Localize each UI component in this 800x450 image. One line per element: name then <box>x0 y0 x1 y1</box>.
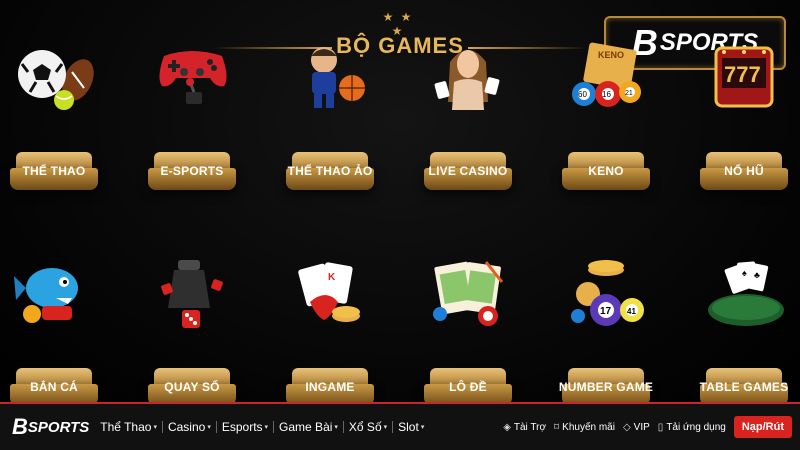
tile-label: LIVE CASINO <box>428 164 508 178</box>
ball-number: 21 <box>625 90 633 97</box>
menu-label: Game Bài <box>279 420 333 434</box>
game-tile-lo-de[interactable]: LÔ ĐỀ <box>422 258 532 402</box>
fish-shooter-icon <box>14 268 78 323</box>
deposit-withdraw-button[interactable]: Nạp/Rút <box>733 416 792 438</box>
ball-number: 41 <box>627 307 636 316</box>
game-tile-the-thao[interactable]: THỂ THAO <box>8 42 118 192</box>
util-label: VIP <box>633 421 650 433</box>
svg-text:777: 777 <box>724 62 761 87</box>
tile-label: QUAY SỐ <box>164 380 220 394</box>
link-tai-tro[interactable]: ◈ Tài Trợ <box>503 422 546 433</box>
menu-esports[interactable]: Esports ▾ <box>217 420 273 434</box>
chevron-down-icon: ▾ <box>207 424 211 431</box>
soccer-ball-icon <box>18 50 94 110</box>
menu-xo-so[interactable]: Xổ Số ▾ <box>344 420 392 434</box>
link-khuyen-mai[interactable]: ⌑ Khuyến mãi <box>554 422 615 433</box>
tile-label: LÔ ĐỀ <box>449 380 487 394</box>
game-tile-live-casino[interactable]: LIVE CASINO <box>422 42 532 192</box>
util-label: Tải ứng dụng <box>666 421 726 433</box>
game-tile-no-hu[interactable]: 777 NỔ HŨ <box>698 42 800 192</box>
game-tile-keno[interactable]: KENO 60 16 21 KENO <box>560 42 670 192</box>
menu-the-thao[interactable]: Thể Thao ▾ <box>95 420 162 434</box>
util-label: Khuyến mãi <box>562 421 615 433</box>
cards-chips-icon: K <box>298 262 360 322</box>
game-tile-ingame[interactable]: K INGAME <box>284 258 394 402</box>
virtual-sports-icon <box>311 47 365 108</box>
ball-number: 17 <box>600 306 612 317</box>
nav-logo-mark: B <box>12 414 28 439</box>
sponsor-icon: ◈ <box>503 421 511 433</box>
chevron-down-icon: ▾ <box>420 424 425 431</box>
nav-utilities: ◈ Tài Trợ ⌑ Khuyến mãi ◇ VIP ▯ Tải ứng d… <box>503 416 792 438</box>
menu-casino[interactable]: Casino ▾ <box>163 420 216 434</box>
chevron-down-icon: ▾ <box>153 424 157 431</box>
lottery-ticket-icon <box>433 261 504 326</box>
menu-label: Slot <box>398 420 419 434</box>
nav-logo-text: SPORTS <box>27 418 90 436</box>
tile-label: NUMBER GAME <box>558 380 654 394</box>
game-tile-e-sports[interactable]: E-SPORTS <box>146 42 256 192</box>
main-menu: Thể Thao ▾ Casino ▾ Esports ▾ Game Bài ▾… <box>95 420 429 434</box>
nav-logo[interactable]: B SPORTS <box>12 414 89 440</box>
promo-tag-icon: ⌑ <box>554 421 560 433</box>
menu-label: Esports <box>221 420 263 434</box>
diamond-icon: ◇ <box>622 421 631 433</box>
svg-text:♠: ♠ <box>742 268 747 278</box>
games-panel: ★ ★ ★ BỘ GAMES B SPORTS THỂ THAO E-SPORT… <box>0 0 800 402</box>
live-dealer-icon <box>434 50 500 110</box>
tile-label: BẮN CÁ <box>30 380 78 394</box>
tile-label: NỔ HŨ <box>724 164 764 178</box>
link-tai-ung-dung[interactable]: ▯ Tải ứng dụng <box>658 422 726 433</box>
keno-balls-icon: KENO 60 16 21 <box>572 42 641 107</box>
card-table-icon: ♠ ♣ <box>708 261 784 326</box>
game-tile-number-game[interactable]: 17 41 NUMBER GAME <box>559 258 670 402</box>
number-balls-icon: 17 41 <box>571 260 644 326</box>
game-tile-the-thao-ao[interactable]: THỂ THAO ẢO <box>284 42 394 192</box>
keno-card-label: KENO <box>598 50 624 60</box>
menu-game-bai[interactable]: Game Bài ▾ <box>274 420 343 434</box>
ball-number: 60 <box>578 90 587 99</box>
link-vip[interactable]: ◇ VIP <box>623 422 650 433</box>
menu-label: Thể Thao <box>100 420 152 434</box>
svg-text:K: K <box>328 272 336 283</box>
tile-label: THỂ THAO <box>22 164 86 178</box>
bottom-navbar: B SPORTS Thể Thao ▾ Casino ▾ Esports ▾ G… <box>0 402 800 450</box>
slot-machine-icon: 777 <box>714 46 774 108</box>
gamepad-icon <box>159 51 227 104</box>
section-header: BỘ GAMES <box>200 33 600 63</box>
tile-label: THỂ THAO ẢO <box>287 164 373 178</box>
ball-number: 16 <box>602 90 611 99</box>
chevron-down-icon: ▾ <box>383 424 388 431</box>
util-label: Tài Trợ <box>513 421 547 433</box>
menu-slot[interactable]: Slot ▾ <box>393 420 429 434</box>
chevron-down-icon: ▾ <box>264 424 269 431</box>
phone-icon: ▯ <box>657 421 664 433</box>
chevron-down-icon: ▾ <box>334 424 338 431</box>
dice-cup-icon <box>161 260 223 328</box>
tile-label: TABLE GAMES <box>699 380 789 394</box>
game-tile-ban-ca[interactable]: BẮN CÁ <box>8 258 118 402</box>
menu-label: Casino <box>167 420 206 434</box>
game-tile-table-games[interactable]: ♠ ♣ TABLE GAMES <box>698 258 800 402</box>
svg-text:♣: ♣ <box>754 270 760 280</box>
tile-label: KENO <box>588 164 624 178</box>
game-tile-quay-so[interactable]: QUAY SỐ <box>146 258 256 402</box>
menu-label: Xổ Số <box>348 420 382 434</box>
tile-label: INGAME <box>305 380 355 394</box>
tile-label: E-SPORTS <box>160 164 224 178</box>
